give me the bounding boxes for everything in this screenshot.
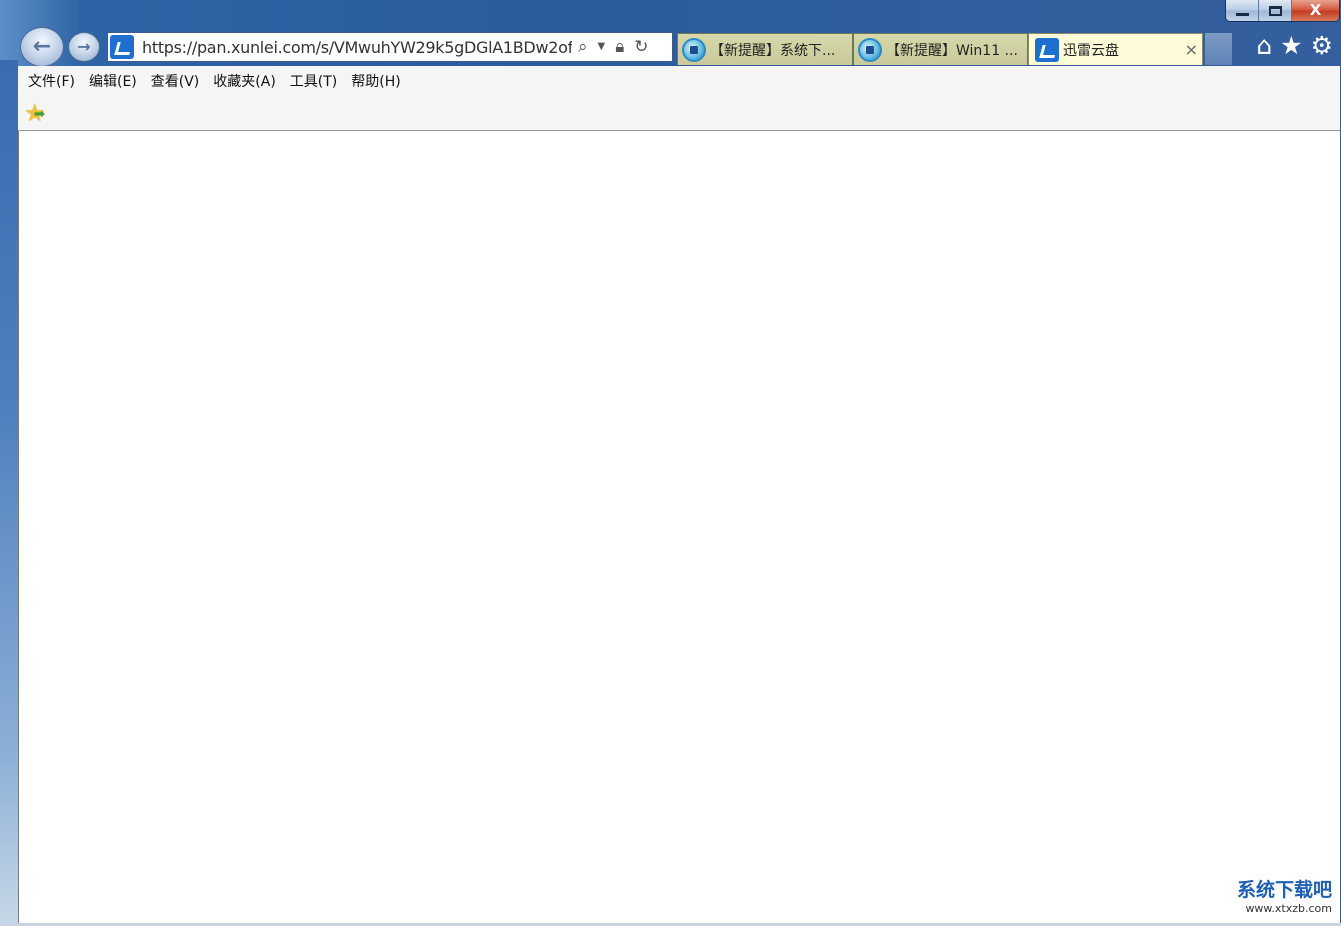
tab-label: 【新提醒】系统下... xyxy=(710,42,836,59)
tab-label: 迅雷云盘 xyxy=(1063,42,1119,59)
arrow-right-icon: → xyxy=(77,37,91,56)
close-icon: X xyxy=(1309,1,1322,19)
window-left-edge xyxy=(0,60,18,926)
xunlei-bird-icon xyxy=(115,40,129,54)
watermark-logo: 系统下载吧 www.xtxzb.com xyxy=(1237,875,1332,915)
refresh-icon[interactable]: ↻ xyxy=(634,38,648,56)
menu-file[interactable]: 文件(F) xyxy=(21,71,82,91)
menu-view[interactable]: 查看(V) xyxy=(144,71,207,91)
tab-close-icon[interactable]: × xyxy=(1185,40,1198,59)
browser-chrome: 文件(F) 编辑(E) 查看(V) 收藏夹(A) 工具(T) 帮助(H) ★ ➡ xyxy=(18,66,1340,131)
page-content: 系统下载吧 www.xtxzb.com xyxy=(18,131,1340,923)
globe-icon xyxy=(682,37,706,62)
arrow-left-icon: ← xyxy=(32,34,52,59)
minimize-icon xyxy=(1235,13,1249,16)
favorites-star-icon[interactable]: ★ xyxy=(1280,33,1302,58)
menu-favorites[interactable]: 收藏夹(A) xyxy=(206,71,283,91)
xunlei-tab-favicon xyxy=(1035,37,1059,62)
favorites-bar: ★ ➡ xyxy=(18,96,1340,130)
browser-toolbar-icons: ⌂ ★ ⚙ xyxy=(1256,33,1333,58)
site-favicon xyxy=(110,35,134,59)
lock-icon[interactable]: 🔒︎ xyxy=(615,38,624,56)
tab-label: 【新提醒】Win11 ... xyxy=(886,42,1018,59)
menu-bar: 文件(F) 编辑(E) 查看(V) 收藏夹(A) 工具(T) 帮助(H) xyxy=(18,66,1340,96)
watermark-url: www.xtxzb.com xyxy=(1245,902,1332,915)
close-window-button[interactable]: X xyxy=(1292,0,1339,21)
globe-icon xyxy=(858,37,882,62)
maximize-icon xyxy=(1268,5,1282,16)
new-tab-button[interactable] xyxy=(1205,33,1232,65)
xunlei-bird-icon xyxy=(1040,43,1054,57)
tab-3-active[interactable]: 迅雷云盘 × xyxy=(1028,33,1203,65)
search-icon[interactable]: ⌕ xyxy=(578,38,588,56)
menu-help[interactable]: 帮助(H) xyxy=(344,71,407,91)
tab-2[interactable]: 【新提醒】Win11 ... xyxy=(853,33,1028,65)
address-tools: ⌕ ▼ 🔒︎ ↻ xyxy=(578,38,649,56)
tab-1[interactable]: 【新提醒】系统下... xyxy=(677,33,853,65)
add-arrow-icon: ➡ xyxy=(34,107,45,122)
watermark-title: 系统下载吧 xyxy=(1236,879,1332,901)
url-text[interactable]: https://pan.xunlei.com/s/VMwuhYW29k5gDGl… xyxy=(142,38,572,57)
caption-buttons: X xyxy=(1225,0,1340,22)
address-bar[interactable]: https://pan.xunlei.com/s/VMwuhYW29k5gDGl… xyxy=(107,32,673,62)
menu-tools[interactable]: 工具(T) xyxy=(283,71,344,91)
back-button[interactable]: ← xyxy=(20,27,64,67)
maximize-button[interactable] xyxy=(1259,0,1292,21)
home-icon[interactable]: ⌂ xyxy=(1256,33,1272,58)
forward-button[interactable]: → xyxy=(68,32,100,62)
minimize-button[interactable] xyxy=(1226,0,1259,21)
add-to-favorites-bar-button[interactable]: ★ ➡ xyxy=(24,99,46,127)
gear-icon[interactable]: ⚙ xyxy=(1311,33,1333,58)
tab-strip: 【新提醒】系统下... 【新提醒】Win11 ... 迅雷云盘 × xyxy=(677,33,1232,65)
menu-edit[interactable]: 编辑(E) xyxy=(82,71,144,91)
dropdown-icon[interactable]: ▼ xyxy=(598,42,606,52)
